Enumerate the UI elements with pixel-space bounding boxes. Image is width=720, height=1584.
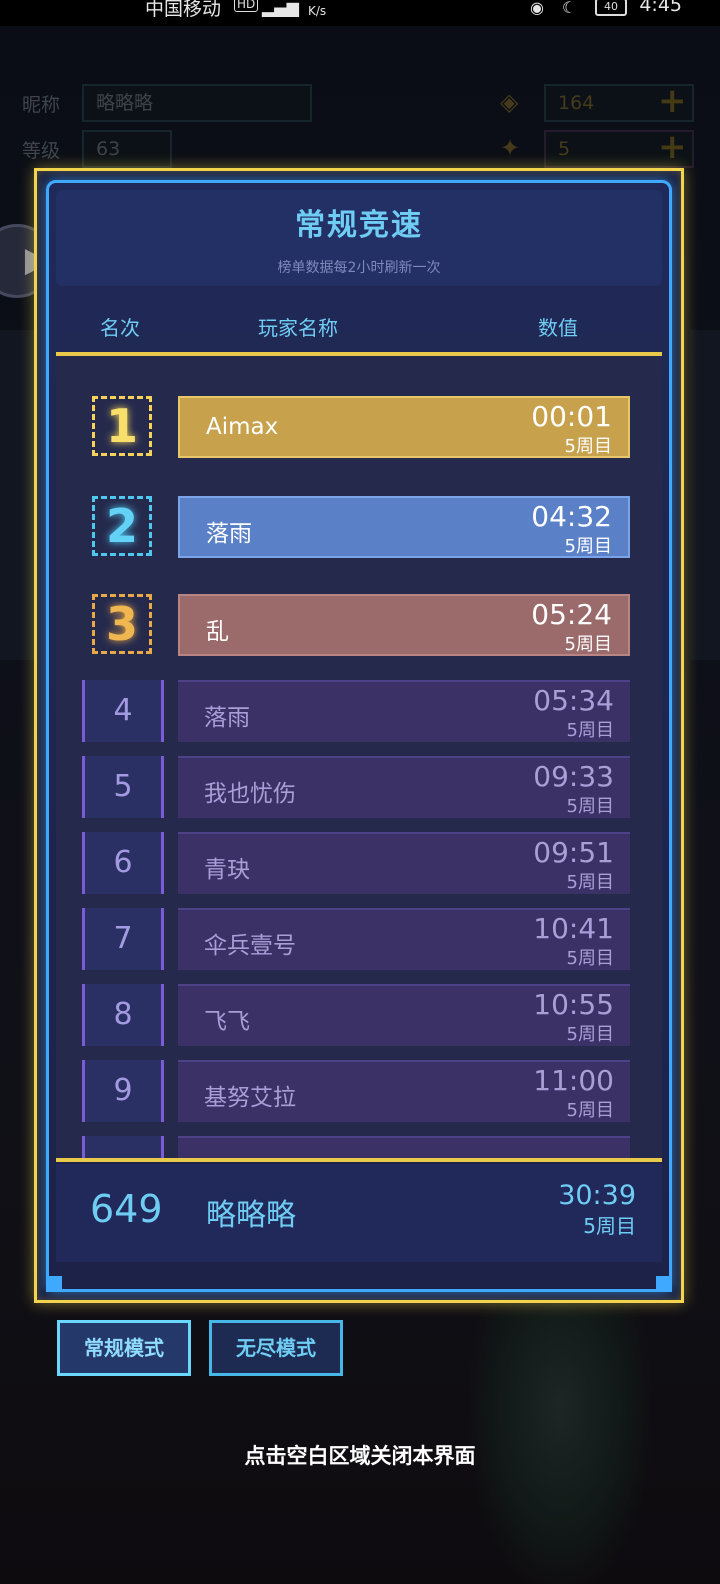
my-name: 略略略 [206,1198,296,1233]
lap-count: 5周目 [564,436,612,457]
lap-count: 5周目 [566,1024,614,1045]
rank-badge: 5 [82,756,164,818]
player-name: 落雨 [206,521,252,547]
rank-badge: 9 [82,1060,164,1122]
player-name: 伞兵壹号 [204,933,296,959]
column-value: 数值 [538,316,578,340]
leaderboard-row[interactable]: 青玦 09:51 5周目 [178,832,630,894]
player-name: 基努艾拉 [204,1085,296,1111]
signal-icon: ▂▄▆ [262,0,299,17]
leaderboard-row[interactable]: 伞兵壹号 10:41 5周目 [178,908,630,970]
frame-corner-bottom-right [656,1276,672,1292]
leaderboard-list[interactable]: 1 Aimax 00:01 5周目 2 落雨 04:32 5周目 3 乱 05:… [56,352,662,1162]
player-name: 落雨 [204,705,250,731]
moon-icon: ☾ [562,0,577,17]
column-rank: 名次 [100,316,140,340]
race-time: 11:00 [533,1064,614,1097]
leaderboard-row[interactable]: 乱 05:24 5周目 [178,594,630,656]
dialog-title: 常规竞速 [295,208,423,243]
lap-count: 5周目 [564,634,612,655]
lap-count: 5周目 [566,948,614,969]
player-name: 飞飞 [204,1009,250,1035]
network-speed-unit: K/s [308,4,327,18]
rank-badge: 4 [82,680,164,742]
race-time: 00:01 [531,400,612,433]
rank-badge: 6 [82,832,164,894]
leaderboard-row[interactable]: 落雨 05:34 5周目 [178,680,630,742]
my-lap: 5周目 [583,1214,636,1238]
eye-icon: ◉ [530,0,544,17]
battery-icon: 40 [595,0,627,16]
normal-mode-tab[interactable]: 常规模式 [57,1320,191,1376]
my-rank: 649 [90,1187,163,1231]
race-time: 10:41 [533,912,614,945]
carrier-label: 中国移动 [145,0,222,20]
my-time: 30:39 [558,1180,636,1211]
race-time: 09:33 [533,760,614,793]
lap-count: 5周目 [566,796,614,817]
race-time: 05:24 [531,598,612,631]
status-bar: 中国移动 HD ▂▄▆ K/s ◉ ☾ 40 4:45 [0,0,720,26]
leaderboard-row-partial[interactable] [178,1136,630,1158]
leaderboard-row[interactable]: 基努艾拉 11:00 5周目 [178,1060,630,1122]
player-name: 乱 [206,619,229,645]
rank-badge-1: 1 [92,396,152,456]
race-time: 10:55 [533,988,614,1021]
lap-count: 5周目 [564,536,612,557]
leaderboard-row[interactable]: Aimax 00:01 5周目 [178,396,630,458]
race-time: 05:34 [533,684,614,717]
clock: 4:45 [639,0,682,16]
dialog-subtitle: 榜单数据每2小时刷新一次 [277,260,441,276]
column-player: 玩家名称 [258,316,338,340]
player-name: 我也忧伤 [204,781,296,807]
endless-mode-tab[interactable]: 无尽模式 [209,1320,343,1376]
rank-badge: 8 [82,984,164,1046]
race-time: 04:32 [531,500,612,533]
rank-badge-2: 2 [92,496,152,556]
rank-badge-3: 3 [92,594,152,654]
leaderboard-row[interactable]: 落雨 04:32 5周目 [178,496,630,558]
leaderboard-row[interactable]: 飞飞 10:55 5周目 [178,984,630,1046]
player-name: 青玦 [204,857,250,883]
race-time: 09:51 [533,836,614,869]
lap-count: 5周目 [566,720,614,741]
frame-corner-bottom-left [46,1276,62,1292]
leaderboard-row[interactable]: 我也忧伤 09:33 5周目 [178,756,630,818]
lap-count: 5周目 [566,872,614,893]
lap-count: 5周目 [566,1100,614,1121]
player-name: Aimax [206,414,279,440]
close-hint: 点击空白区域关闭本界面 [244,1444,476,1468]
rank-badge-partial [82,1136,164,1158]
hd-badge: HD [234,0,259,12]
rank-badge: 7 [82,908,164,970]
